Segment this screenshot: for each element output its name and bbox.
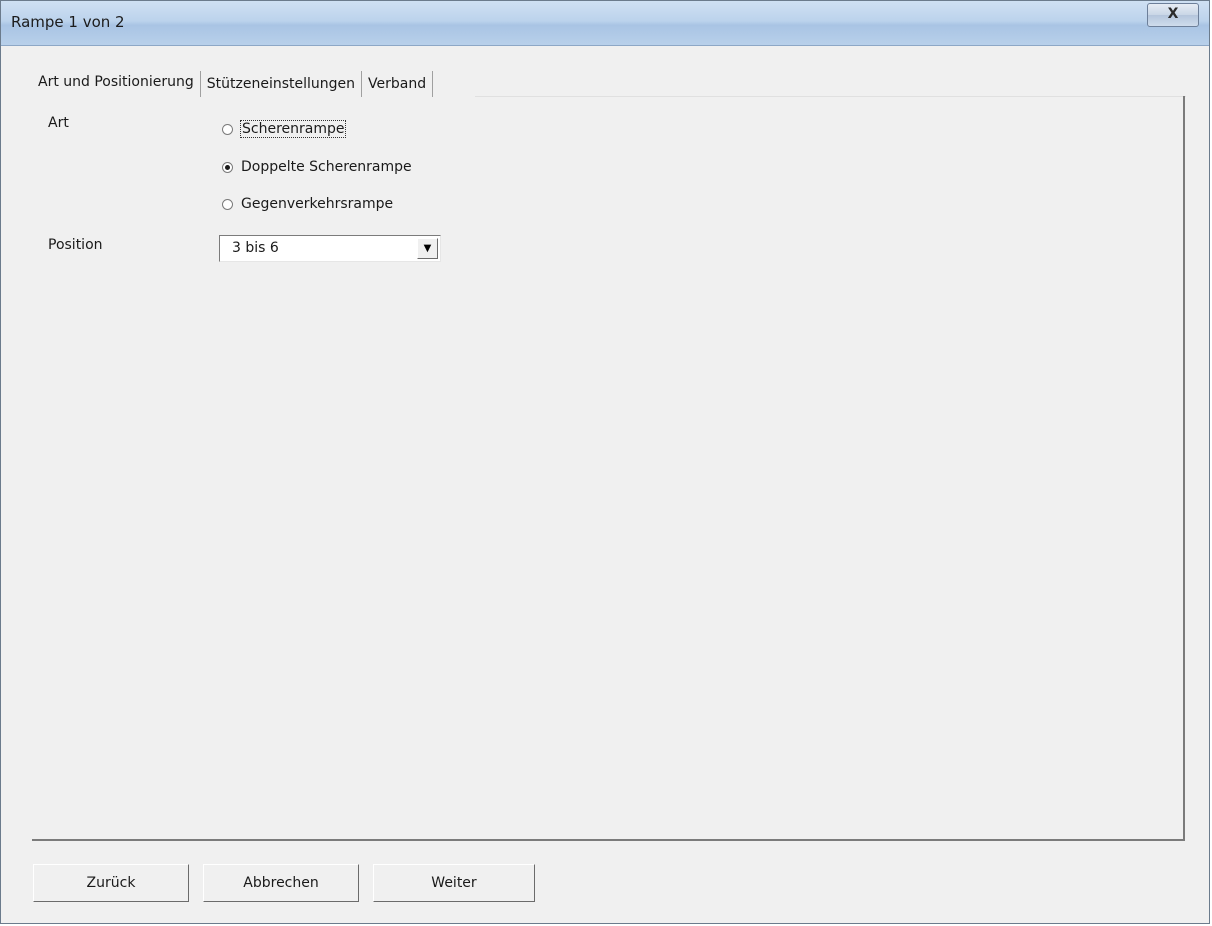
- back-button[interactable]: Zurück: [33, 864, 189, 902]
- tab-strip: Art und Positionierung Stützeneinstellun…: [32, 67, 434, 97]
- next-button[interactable]: Weiter: [373, 864, 535, 902]
- radio-button-icon[interactable]: [222, 161, 233, 173]
- cancel-button[interactable]: Abbrechen: [203, 864, 359, 902]
- position-label: Position: [48, 237, 103, 253]
- position-select-value: 3 bis 6: [232, 240, 279, 256]
- radio-doppelte-scherenrampe[interactable]: Doppelte Scherenrampe: [222, 159, 412, 175]
- tab-art-und-positionierung[interactable]: Art und Positionierung: [32, 67, 200, 97]
- art-label: Art: [48, 115, 69, 131]
- close-button[interactable]: X: [1147, 3, 1199, 27]
- dialog-window: Rampe 1 von 2 X Art und Positionierung S…: [0, 0, 1210, 924]
- radio-button-icon[interactable]: [222, 123, 233, 135]
- title-bar[interactable]: Rampe 1 von 2 X: [1, 1, 1209, 46]
- chevron-down-icon[interactable]: ▼: [417, 238, 438, 259]
- radio-button-icon[interactable]: [222, 198, 233, 210]
- radio-scherenrampe[interactable]: Scherenrampe: [222, 120, 347, 138]
- radio-gegenverkehrsrampe[interactable]: Gegenverkehrsrampe: [222, 196, 393, 212]
- radio-label: Scherenrampe: [239, 120, 347, 138]
- position-select[interactable]: 3 bis 6 ▼: [219, 235, 441, 262]
- close-icon: X: [1167, 6, 1179, 22]
- tab-stuetzeneinstellungen[interactable]: Stützeneinstellungen: [199, 71, 361, 97]
- window-title: Rampe 1 von 2: [11, 13, 125, 31]
- tab-panel: [32, 96, 1185, 841]
- tab-verband[interactable]: Verband: [361, 71, 434, 97]
- radio-label: Doppelte Scherenrampe: [241, 159, 412, 175]
- radio-label: Gegenverkehrsrampe: [241, 196, 394, 212]
